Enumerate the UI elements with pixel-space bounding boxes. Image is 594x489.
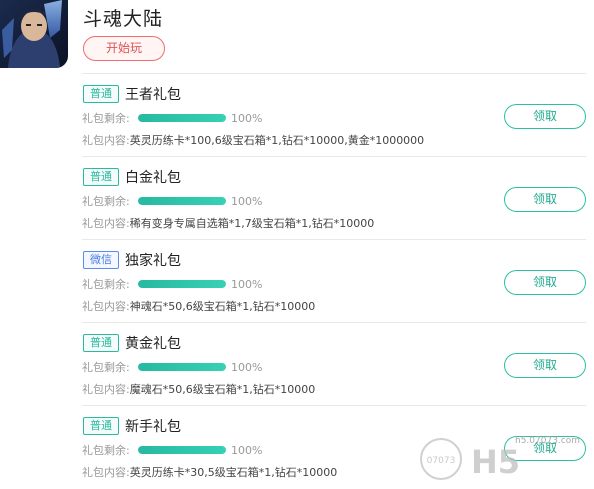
game-title: 斗魂大陆 [83, 8, 164, 30]
content-label: 礼包内容: [82, 383, 130, 396]
remain-label: 礼包剩余: [82, 195, 130, 208]
remain-progress-bar [138, 280, 226, 288]
remain-percent: 100% [231, 443, 263, 457]
claim-button[interactable]: 领取 [504, 104, 586, 129]
content-label: 礼包内容: [82, 134, 130, 147]
content-label: 礼包内容: [82, 466, 130, 479]
claim-button[interactable]: 领取 [504, 270, 586, 295]
remain-progress-bar [138, 114, 226, 122]
remain-progress-fill [138, 446, 226, 454]
claim-button[interactable]: 领取 [504, 187, 586, 212]
gift-content-row: 礼包内容:神魂石*50,6级宝石箱*1,钻石*10000 [82, 298, 315, 314]
gift-item: 普通 黄金礼包 礼包剩余: 100% 礼包内容:魔魂石*50,6级宝石箱*1,钻石… [82, 323, 586, 406]
gift-remain-row: 礼包剩余: 100% [82, 276, 262, 292]
remain-progress-fill [138, 114, 226, 122]
remain-percent: 100% [231, 360, 263, 374]
game-avatar-icon[interactable] [0, 0, 68, 68]
content-label: 礼包内容: [82, 217, 130, 230]
remain-label: 礼包剩余: [82, 112, 130, 125]
remain-progress-fill [138, 363, 226, 371]
remain-percent: 100% [231, 194, 263, 208]
start-play-button[interactable]: 开始玩 [83, 36, 165, 61]
gift-list: 普通 王者礼包 礼包剩余: 100% 礼包内容:英灵历练卡*100,6级宝石箱*1… [0, 74, 594, 489]
gift-remain-row: 礼包剩余: 100% [82, 110, 262, 126]
gift-name: 新手礼包 [125, 419, 181, 435]
gift-item: 微信 独家礼包 礼包剩余: 100% 礼包内容:神魂石*50,6级宝石箱*1,钻石… [82, 240, 586, 323]
gift-item: 普通 新手礼包 礼包剩余: 100% 礼包内容:英灵历练卡*30,5级宝石箱*1,… [82, 406, 586, 489]
remain-label: 礼包剩余: [82, 278, 130, 291]
gift-content: 魔魂石*50,6级宝石箱*1,钻石*10000 [129, 383, 316, 396]
gift-remain-row: 礼包剩余: 100% [82, 193, 262, 209]
claim-button[interactable]: 领取 [504, 436, 586, 461]
remain-percent: 100% [231, 111, 263, 125]
gift-name: 王者礼包 [125, 87, 181, 103]
gift-remain-row: 礼包剩余: 100% [82, 442, 262, 458]
gift-content-row: 礼包内容:稀有变身专属自选箱*1,7级宝石箱*1,钻石*10000 [82, 215, 374, 231]
gift-item: 普通 白金礼包 礼包剩余: 100% 礼包内容:稀有变身专属自选箱*1,7级宝石箱… [82, 157, 586, 240]
gift-content: 英灵历练卡*30,5级宝石箱*1,钻石*10000 [129, 466, 338, 479]
gift-content-row: 礼包内容:魔魂石*50,6级宝石箱*1,钻石*10000 [82, 381, 315, 397]
gift-content-row: 礼包内容:英灵历练卡*30,5级宝石箱*1,钻石*10000 [82, 464, 337, 480]
gift-content: 稀有变身专属自选箱*1,7级宝石箱*1,钻石*10000 [129, 217, 375, 230]
gift-name: 黄金礼包 [125, 336, 181, 352]
remain-label: 礼包剩余: [82, 444, 130, 457]
claim-button[interactable]: 领取 [504, 353, 586, 378]
gift-type-badge: 普通 [83, 417, 119, 435]
gift-content: 英灵历练卡*100,6级宝石箱*1,钻石*10000,黄金*1000000 [129, 134, 425, 147]
remain-percent: 100% [231, 277, 263, 291]
remain-label: 礼包剩余: [82, 361, 130, 374]
remain-progress-bar [138, 446, 226, 454]
gift-type-badge: 普通 [83, 85, 119, 103]
gift-type-badge: 微信 [83, 251, 119, 269]
gift-type-badge: 普通 [83, 168, 119, 186]
remain-progress-bar [138, 197, 226, 205]
gift-remain-row: 礼包剩余: 100% [82, 359, 262, 375]
gift-item: 普通 王者礼包 礼包剩余: 100% 礼包内容:英灵历练卡*100,6级宝石箱*1… [82, 74, 586, 157]
remain-progress-fill [138, 197, 226, 205]
gift-content-row: 礼包内容:英灵历练卡*100,6级宝石箱*1,钻石*10000,黄金*10000… [82, 132, 424, 148]
remain-progress-fill [138, 280, 226, 288]
remain-progress-bar [138, 363, 226, 371]
gift-name: 独家礼包 [125, 253, 181, 269]
gift-type-badge: 普通 [83, 334, 119, 352]
content-label: 礼包内容: [82, 300, 130, 313]
gift-name: 白金礼包 [125, 170, 181, 186]
gift-content: 神魂石*50,6级宝石箱*1,钻石*10000 [129, 300, 316, 313]
